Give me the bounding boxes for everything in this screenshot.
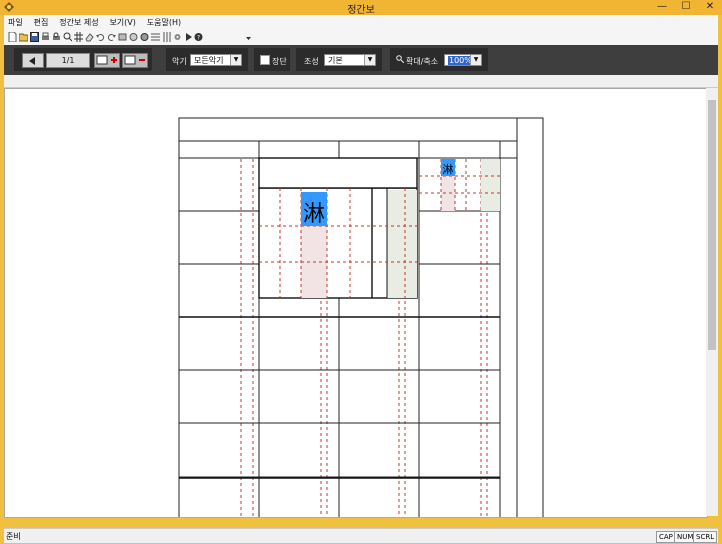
jeongganbo-sheet: 淋 淋 <box>178 117 544 517</box>
menu-view[interactable]: 보기(V) <box>105 15 139 28</box>
cap-indicator: CAP <box>656 531 676 543</box>
copy-icon[interactable] <box>129 32 138 42</box>
menu-file[interactable]: 파일 <box>4 15 27 28</box>
jangdan-checkbox[interactable] <box>260 55 270 65</box>
jangdan-label: 장단 <box>272 57 287 66</box>
scrollbar-thumb[interactable] <box>708 100 716 350</box>
window-title: 정간보 <box>347 5 375 16</box>
score-glyph-large[interactable]: 淋 <box>303 202 325 227</box>
settings-icon[interactable] <box>173 32 182 42</box>
jangdan-group: 장단 <box>254 48 290 71</box>
chevron-down-icon: ▼ <box>470 55 481 65</box>
left-arrow-icon <box>29 57 35 65</box>
insert-col-icon[interactable] <box>162 32 171 42</box>
prev-page-button[interactable] <box>22 53 44 68</box>
add-page-button[interactable] <box>94 53 120 68</box>
selected-cell-region[interactable]: 淋 <box>258 157 418 299</box>
instrument-group: 악기 모든악기 ▼ <box>166 48 248 71</box>
control-toolbar: 1/1 악기 모든악기 ▼ 장단 조성 기본 ▼ 확대/축소 100% ▼ <box>4 45 718 75</box>
instrument-select[interactable]: 모든악기 ▼ <box>190 54 242 66</box>
instrument-value: 모든악기 <box>194 56 224 65</box>
redo-icon[interactable] <box>107 32 116 42</box>
paste-icon[interactable] <box>140 32 149 42</box>
page-indicator: 1/1 <box>46 53 90 68</box>
zoom-icon[interactable] <box>63 32 72 42</box>
add-page-icon <box>96 55 117 65</box>
remove-page-button[interactable] <box>122 53 148 68</box>
close-button[interactable]: ✕ <box>698 0 722 14</box>
maximize-button[interactable]: ☐ <box>674 0 698 14</box>
menu-help[interactable]: 도움말(H) <box>143 15 185 28</box>
open-folder-icon[interactable] <box>19 32 28 42</box>
toolbar-overflow-icon[interactable] <box>244 32 253 42</box>
cut-icon[interactable] <box>118 32 127 42</box>
status-text: 준비 <box>6 532 21 541</box>
insert-row-icon[interactable] <box>151 32 160 42</box>
key-label: 조성 <box>304 57 319 66</box>
zoom-select[interactable]: 100% ▼ <box>444 54 482 66</box>
zoom-label: 확대/축소 <box>406 57 439 66</box>
ruler-bar <box>4 75 718 88</box>
minimize-button[interactable]: — <box>650 0 674 14</box>
instrument-label: 악기 <box>172 57 187 66</box>
play-icon[interactable] <box>184 32 193 42</box>
title-bar: 정간보 — ☐ ✕ <box>0 0 722 16</box>
undo-icon[interactable] <box>96 32 105 42</box>
new-file-icon[interactable] <box>8 32 17 42</box>
zoom-group: 확대/축소 100% ▼ <box>390 48 488 71</box>
erase-icon[interactable] <box>85 32 94 42</box>
key-group: 조성 기본 ▼ <box>296 48 382 71</box>
page-add-remove-group <box>90 48 152 71</box>
remove-page-icon <box>124 55 145 65</box>
chevron-down-icon: ▼ <box>364 55 375 65</box>
preview-cell-region[interactable]: 淋 <box>419 159 500 211</box>
score-workspace[interactable]: 淋 淋 <box>4 88 708 518</box>
save-icon[interactable] <box>30 32 39 42</box>
menu-bar: 파일 편집 정간보 제성 보기(V) 도움말(H) <box>4 15 718 30</box>
scrl-indicator: SCRL <box>693 531 718 543</box>
magnifier-icon <box>396 55 404 63</box>
print-preview-icon[interactable] <box>52 32 61 42</box>
print-icon[interactable] <box>41 32 50 42</box>
chevron-down-icon: ▼ <box>230 55 241 65</box>
help-icon[interactable]: ? <box>194 32 203 42</box>
menu-edit[interactable]: 편집 <box>30 15 53 28</box>
key-select[interactable]: 기본 ▼ <box>324 54 376 66</box>
svg-text:?: ? <box>197 35 200 42</box>
key-value: 기본 <box>328 56 343 65</box>
icon-toolbar: ? <box>4 30 718 46</box>
grid-icon[interactable] <box>74 32 83 42</box>
score-glyph-small[interactable]: 淋 <box>443 163 454 176</box>
status-bar: 준비 CAP NUM SCRL <box>4 528 718 543</box>
menu-score[interactable]: 정간보 제성 <box>55 15 102 28</box>
vertical-scrollbar[interactable] <box>706 88 718 516</box>
